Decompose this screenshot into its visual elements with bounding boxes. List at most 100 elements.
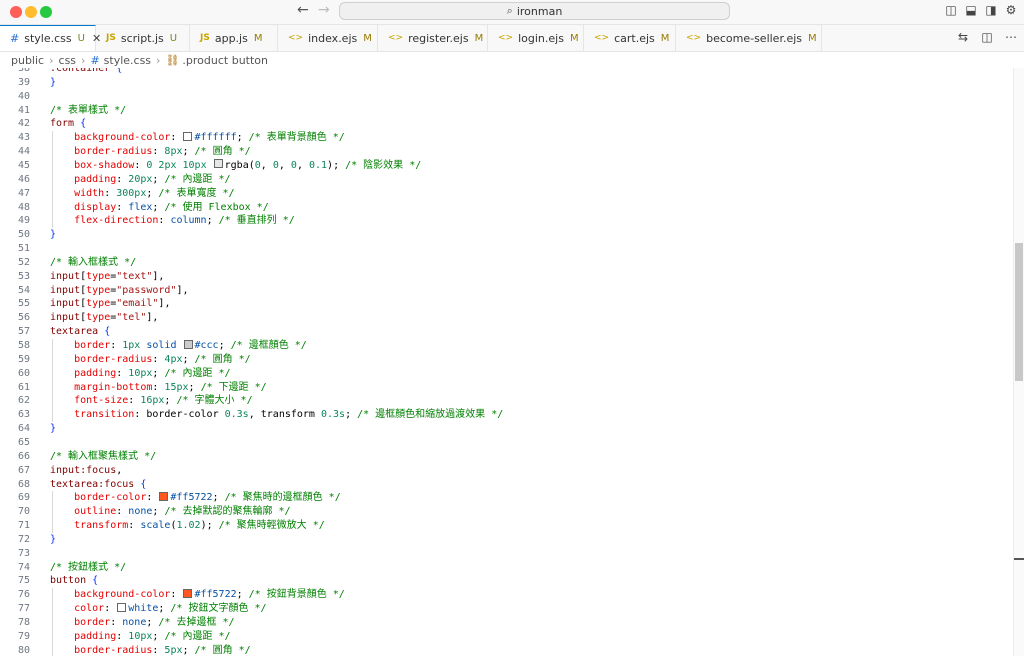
- code-line[interactable]: 68 textarea:focus {: [0, 478, 1010, 492]
- code-line[interactable]: 69 border-color: #ff5722; /* 聚焦時的邊框顏色 */: [0, 491, 1010, 505]
- code-text: background-color: #ffffff; /* 表單背景顏色 */: [74, 131, 345, 144]
- code-line[interactable]: 61 margin-bottom: 15px; /* 下邊距 */: [0, 381, 1010, 395]
- code-line[interactable]: 76 background-color: #ff5722; /* 按鈕背景顏色 …: [0, 588, 1010, 602]
- code-text: input[type="text"],: [50, 270, 165, 282]
- vertical-scrollbar[interactable]: [1013, 68, 1024, 656]
- code-text: }: [50, 76, 57, 88]
- code-line[interactable]: 56 input[type="tel"],: [0, 311, 1010, 325]
- code-line[interactable]: 43 background-color: #ffffff; /* 表單背景顏色 …: [0, 131, 1010, 145]
- ejs-file-icon: <>: [686, 33, 702, 43]
- code-line[interactable]: 62 font-size: 16px; /* 字體大小 */: [0, 394, 1010, 408]
- more-actions-icon[interactable]: ⋯: [1004, 30, 1018, 44]
- code-line[interactable]: 55 input[type="email"],: [0, 297, 1010, 311]
- code-text: display: flex; /* 使用 Flexbox */: [74, 201, 269, 213]
- code-line[interactable]: 80 border-radius: 5px; /* 圓角 */: [0, 644, 1010, 656]
- code-line[interactable]: 39}: [0, 76, 1010, 90]
- code-line[interactable]: 44 border-radius: 8px; /* 圓角 */: [0, 145, 1010, 159]
- code-line[interactable]: 42 form {: [0, 117, 1010, 131]
- code-line[interactable]: 45 box-shadow: 0 2px 10px rgba(0, 0, 0, …: [0, 159, 1010, 173]
- code-line[interactable]: 49 flex-direction: column; /* 垂直排列 */: [0, 214, 1010, 228]
- git-status-badge: U: [169, 32, 178, 44]
- back-arrow-icon[interactable]: ←: [297, 2, 309, 18]
- split-editor-icon[interactable]: ◫: [980, 30, 994, 44]
- title-bar: ← → ⌕ ironman ◫ ⬓ ◨ ⚙: [0, 0, 1024, 25]
- toggle-secondary-sidebar-icon[interactable]: ◨: [984, 3, 998, 17]
- code-line[interactable]: 57 textarea {: [0, 325, 1010, 339]
- indent-guide: [52, 131, 53, 229]
- scrollbar-thumb[interactable]: [1015, 243, 1023, 381]
- line-number: 38: [17, 68, 30, 74]
- line-number: 78: [17, 617, 30, 628]
- command-center-search[interactable]: ⌕ ironman: [339, 2, 730, 20]
- code-text: border-radius: 5px; /* 圓角 */: [74, 644, 251, 656]
- line-number: 50: [17, 229, 30, 241]
- code-text: /* 按鈕樣式 */: [50, 561, 127, 573]
- code-line[interactable]: 53 input[type="text"],: [0, 270, 1010, 284]
- code-text: border-radius: 4px; /* 圓角 */: [74, 353, 251, 365]
- toggle-panel-icon[interactable]: ⬓: [964, 3, 978, 17]
- zoom-window-button[interactable]: [40, 6, 52, 18]
- line-number: 53: [17, 270, 30, 282]
- code-line[interactable]: 52 /* 輸入框樣式 */: [0, 256, 1010, 270]
- open-changes-icon[interactable]: ⇆: [956, 30, 970, 44]
- code-line[interactable]: 38 .container {: [0, 68, 1010, 76]
- tab-register-ejs[interactable]: <> register.ejs M: [378, 25, 488, 51]
- code-line[interactable]: 47 width: 300px; /* 表單寬度 */: [0, 187, 1010, 201]
- forward-arrow-icon[interactable]: →: [318, 2, 330, 18]
- code-line[interactable]: 74 /* 按鈕樣式 */: [0, 561, 1010, 575]
- line-number: 62: [17, 395, 30, 407]
- code-line[interactable]: 40: [0, 90, 1010, 104]
- code-line[interactable]: 59 border-radius: 4px; /* 圓角 */: [0, 353, 1010, 367]
- line-number: 58: [17, 340, 30, 351]
- breadcrumb-folder-css[interactable]: css: [59, 54, 77, 67]
- breadcrumb-folder-public[interactable]: public: [11, 54, 44, 67]
- code-line[interactable]: 46 padding: 20px; /* 內邊距 */: [0, 173, 1010, 187]
- toggle-primary-sidebar-icon[interactable]: ◫: [944, 3, 958, 17]
- tab-script-js[interactable]: JS script.js U: [96, 25, 190, 51]
- minimize-window-button[interactable]: [25, 6, 37, 18]
- code-line[interactable]: 70 outline: none; /* 去掉默認的聚焦輪廓 */: [0, 505, 1010, 519]
- tab-become-seller-ejs[interactable]: <> become-seller.ejs M: [676, 25, 822, 51]
- code-line[interactable]: 73: [0, 547, 1010, 561]
- breadcrumb-file[interactable]: style.css: [104, 54, 151, 67]
- code-line[interactable]: 41 /* 表單樣式 */: [0, 104, 1010, 118]
- line-number: 77: [17, 603, 30, 615]
- line-number: 43: [17, 132, 30, 144]
- line-number: 41: [17, 104, 30, 116]
- code-line[interactable]: 66 /* 輸入框聚焦樣式 */: [0, 450, 1010, 464]
- line-number: 65: [17, 436, 30, 448]
- line-number: 48: [17, 201, 30, 213]
- tab-cart-ejs[interactable]: <> cart.ejs M: [584, 25, 676, 51]
- chevron-right-icon: ›: [81, 53, 86, 67]
- code-line[interactable]: 75 button {: [0, 574, 1010, 588]
- code-line[interactable]: 48 display: flex; /* 使用 Flexbox */: [0, 201, 1010, 215]
- ejs-file-icon: <>: [288, 33, 304, 43]
- tab-style-css[interactable]: # style.css U ✕: [0, 25, 101, 51]
- code-editor[interactable]: 38 .container {39} 40 41/* 表單樣式 */42 form {4…: [0, 68, 1014, 656]
- code-line[interactable]: 50}: [0, 228, 1010, 242]
- code-line[interactable]: 65: [0, 436, 1010, 450]
- breadcrumb-symbol[interactable]: .product button: [182, 54, 268, 67]
- code-line[interactable]: 58 border: 1px solid #ccc; /* 邊框顏色 */: [0, 339, 1010, 353]
- code-line[interactable]: 54 input[type="password"],: [0, 284, 1010, 298]
- code-line[interactable]: 72}: [0, 533, 1010, 547]
- line-number: 54: [17, 284, 30, 296]
- code-line[interactable]: 77 color: white; /* 按鈕文字顏色 */: [0, 602, 1010, 616]
- git-status-badge: M: [474, 32, 484, 44]
- tab-login-ejs[interactable]: <> login.ejs M: [488, 25, 584, 51]
- git-status-badge: U: [77, 33, 85, 44]
- code-line[interactable]: 64}: [0, 422, 1010, 436]
- code-line[interactable]: 67 input:focus,: [0, 464, 1010, 478]
- code-line[interactable]: 71 transform: scale(1.02); /* 聚焦時輕微放大 */: [0, 519, 1010, 533]
- ejs-file-icon: <>: [594, 33, 610, 43]
- code-line[interactable]: 78 border: none; /* 去掉邊框 */: [0, 616, 1010, 630]
- tab-index-ejs[interactable]: <> index.ejs M: [278, 25, 378, 51]
- code-line[interactable]: 51: [0, 242, 1010, 256]
- tab-app-js[interactable]: JS app.js M: [190, 25, 278, 51]
- line-number: 73: [17, 547, 30, 559]
- code-line[interactable]: 79 padding: 10px; /* 內邊距 */: [0, 630, 1010, 644]
- close-window-button[interactable]: [10, 6, 22, 18]
- code-line[interactable]: 60 padding: 10px; /* 內邊距 */: [0, 367, 1010, 381]
- code-line[interactable]: 63 transition: border-color 0.3s, transf…: [0, 408, 1010, 422]
- settings-gear-icon[interactable]: ⚙: [1004, 3, 1018, 17]
